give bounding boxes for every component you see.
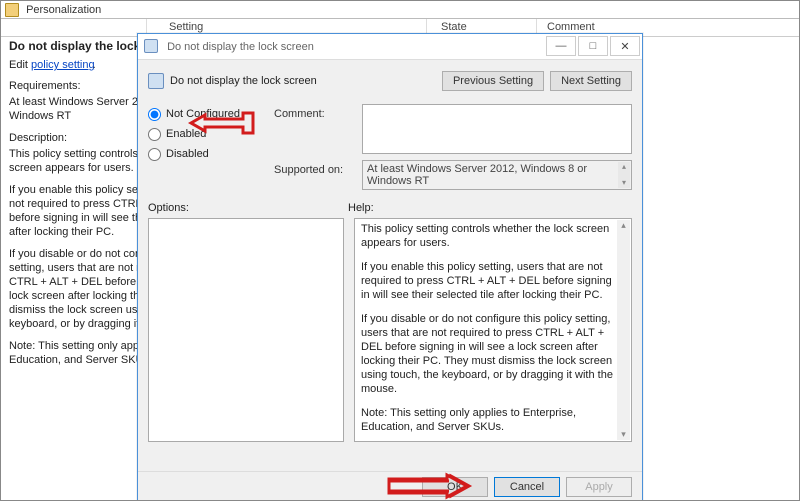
maximize-button[interactable]: □ <box>578 36 608 56</box>
previous-setting-button[interactable]: Previous Setting <box>442 71 544 91</box>
radio-disabled[interactable] <box>148 148 161 161</box>
options-pane <box>148 218 344 442</box>
apply-button[interactable]: Apply <box>566 477 632 497</box>
help-para2: If you enable this policy setting, users… <box>361 260 615 302</box>
radio-enabled-label[interactable]: Enabled <box>166 128 206 140</box>
policy-heading: Do not display the lock screen <box>170 75 317 87</box>
column-setting[interactable]: Setting <box>169 21 203 33</box>
edit-policy-line: Edit policy setting. <box>9 59 96 71</box>
supported-on-text: At least Windows Server 2012, Windows 8 … <box>367 163 587 187</box>
policy-dialog: Do not display the lock screen — □ ✕ Do … <box>137 33 643 501</box>
help-para3: If you disable or do not configure this … <box>361 312 615 396</box>
state-radio-group: Not Configured Enabled Disabled <box>148 104 256 196</box>
radio-disabled-label[interactable]: Disabled <box>166 148 209 160</box>
column-state[interactable]: State <box>441 21 467 33</box>
radio-enabled[interactable] <box>148 128 161 141</box>
ok-button[interactable]: OK <box>422 477 488 497</box>
column-comment[interactable]: Comment <box>547 21 595 33</box>
policy-icon <box>144 39 158 53</box>
edit-policy-link[interactable]: policy setting <box>31 59 95 71</box>
options-label: Options: <box>148 202 348 214</box>
folder-icon <box>5 3 19 17</box>
parent-window-titlebar: Personalization <box>1 1 799 19</box>
next-setting-button[interactable]: Next Setting <box>550 71 632 91</box>
parent-window-title: Personalization <box>26 4 101 16</box>
supported-on-label: Supported on: <box>274 160 354 176</box>
supported-on-box: At least Windows Server 2012, Windows 8 … <box>362 160 632 190</box>
close-button[interactable]: ✕ <box>610 36 640 56</box>
policy-heading-icon <box>148 73 164 89</box>
cancel-button[interactable]: Cancel <box>494 477 560 497</box>
comment-input[interactable] <box>362 104 632 154</box>
comment-label: Comment: <box>274 104 354 120</box>
radio-not-configured-label[interactable]: Not Configured <box>166 108 240 120</box>
radio-not-configured[interactable] <box>148 108 161 121</box>
help-label: Help: <box>348 202 632 214</box>
edit-prefix: Edit <box>9 59 31 71</box>
supported-scrollbar[interactable]: ▴▾ <box>618 162 630 188</box>
help-para1: This policy setting controls whether the… <box>361 222 615 250</box>
help-scrollbar[interactable]: ▴▾ <box>617 220 630 440</box>
dialog-title: Do not display the lock screen <box>167 41 314 53</box>
help-para4: Note: This setting only applies to Enter… <box>361 406 615 434</box>
dialog-titlebar[interactable]: Do not display the lock screen — □ ✕ <box>138 34 642 60</box>
minimize-button[interactable]: — <box>546 36 576 56</box>
help-pane: This policy setting controls whether the… <box>354 218 632 442</box>
